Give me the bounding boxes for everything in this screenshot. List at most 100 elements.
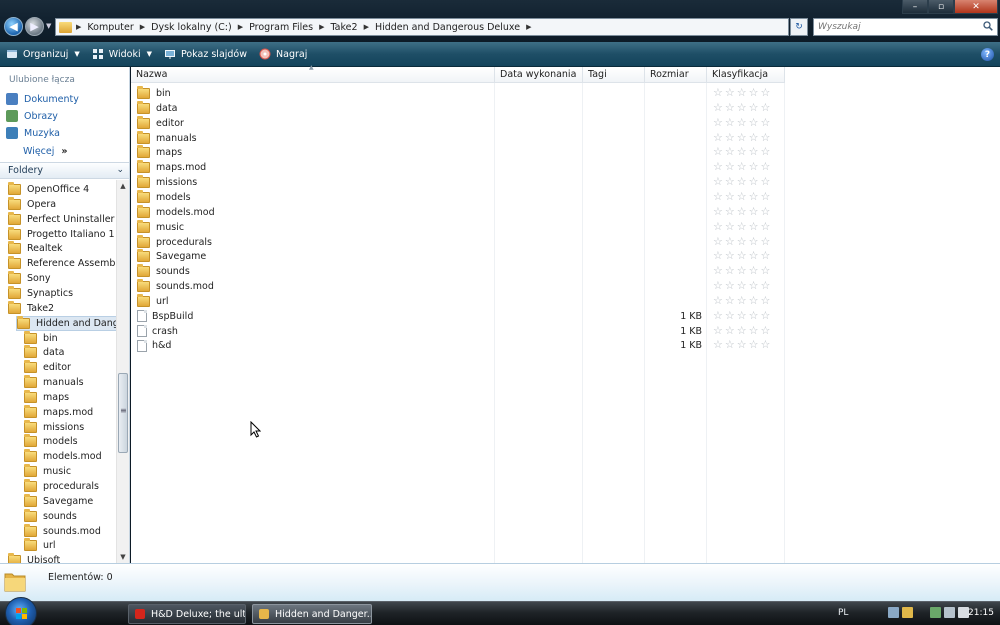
rating-stars[interactable]: ☆ ☆ ☆ ☆ ☆ — [713, 161, 772, 174]
tree-item[interactable]: Ubisoft — [8, 553, 60, 563]
star-icon[interactable]: ☆ — [713, 265, 723, 278]
star-icon[interactable]: ☆ — [737, 101, 747, 115]
star-icon[interactable]: ☆ — [737, 176, 747, 189]
star-icon[interactable]: ☆ — [737, 324, 747, 338]
column-header-tags[interactable]: Tagi — [583, 67, 645, 83]
tree-item[interactable]: Savegame — [24, 493, 93, 509]
file-name-cell[interactable]: editor — [137, 115, 184, 131]
file-row[interactable]: bin ☆ ☆ ☆ ☆ ☆ — [131, 86, 791, 101]
star-icon[interactable]: ☆ — [737, 294, 747, 308]
file-name-cell[interactable]: Savegame — [137, 249, 206, 264]
rating-stars[interactable]: ☆ ☆ ☆ ☆ ☆ — [713, 250, 772, 263]
file-name-cell[interactable]: BspBuild — [137, 309, 193, 324]
rating-stars[interactable]: ☆ ☆ ☆ ☆ ☆ — [713, 324, 772, 338]
tree-item[interactable]: maps.mod — [24, 404, 93, 420]
star-icon[interactable]: ☆ — [713, 101, 723, 115]
star-icon[interactable]: ☆ — [737, 161, 747, 174]
file-name-cell[interactable]: models — [137, 189, 191, 205]
star-icon[interactable]: ☆ — [761, 235, 771, 249]
column-header-rating[interactable]: Klasyfikacja — [707, 67, 785, 83]
star-icon[interactable]: ☆ — [761, 101, 771, 115]
file-name-cell[interactable]: missions — [137, 175, 197, 190]
star-icon[interactable]: ☆ — [761, 205, 771, 219]
star-icon[interactable]: ☆ — [713, 190, 723, 204]
file-name-cell[interactable]: procedurals — [137, 234, 212, 250]
star-icon[interactable]: ☆ — [761, 250, 771, 263]
tree-item[interactable]: sounds — [24, 508, 77, 524]
breadcrumb-separator-icon[interactable]: ▶ — [364, 23, 369, 31]
star-icon[interactable]: ☆ — [737, 220, 747, 234]
star-icon[interactable]: ☆ — [725, 87, 735, 100]
star-icon[interactable]: ☆ — [737, 87, 747, 100]
star-icon[interactable]: ☆ — [725, 324, 735, 338]
star-icon[interactable]: ☆ — [749, 116, 759, 130]
star-icon[interactable]: ☆ — [713, 294, 723, 308]
folder-tree-scrollbar[interactable]: ▲ ▼ — [116, 180, 129, 563]
star-icon[interactable]: ☆ — [725, 294, 735, 308]
file-row[interactable]: manuals ☆ ☆ ☆ ☆ ☆ — [131, 130, 791, 146]
file-name-cell[interactable]: maps — [137, 145, 182, 160]
star-icon[interactable]: ☆ — [725, 190, 735, 204]
views-button[interactable]: Widoki ▼ — [86, 44, 158, 65]
star-icon[interactable]: ☆ — [749, 87, 759, 100]
file-name-cell[interactable]: bin — [137, 86, 171, 101]
favorite-link[interactable]: Dokumenty — [6, 93, 79, 105]
rating-stars[interactable]: ☆ ☆ ☆ ☆ ☆ — [713, 220, 772, 234]
tree-item[interactable]: models — [24, 434, 78, 449]
star-icon[interactable]: ☆ — [761, 146, 771, 159]
tree-item[interactable]: Opera — [8, 196, 56, 212]
star-icon[interactable]: ☆ — [761, 339, 771, 352]
star-icon[interactable]: ☆ — [713, 235, 723, 249]
close-button[interactable]: ✕ — [954, 0, 998, 14]
star-icon[interactable]: ☆ — [725, 161, 735, 174]
star-icon[interactable]: ☆ — [713, 339, 723, 352]
rating-stars[interactable]: ☆ ☆ ☆ ☆ ☆ — [713, 176, 772, 189]
taskbar-button[interactable]: H&D Deluxe; the ult... — [128, 604, 246, 624]
rating-stars[interactable]: ☆ ☆ ☆ ☆ ☆ — [713, 309, 772, 323]
file-name-cell[interactable]: sounds — [137, 264, 190, 279]
recent-pages-dropdown[interactable]: ▼ — [46, 22, 51, 30]
star-icon[interactable]: ☆ — [761, 324, 771, 338]
breadcrumb-separator-icon[interactable]: ▶ — [76, 23, 81, 31]
minimize-button[interactable]: – — [902, 0, 928, 14]
file-row[interactable]: maps ☆ ☆ ☆ ☆ ☆ — [131, 145, 791, 160]
star-icon[interactable]: ☆ — [725, 205, 735, 219]
star-icon[interactable]: ☆ — [749, 324, 759, 338]
star-icon[interactable]: ☆ — [749, 190, 759, 204]
file-row[interactable]: models ☆ ☆ ☆ ☆ ☆ — [131, 189, 791, 205]
tree-item[interactable]: editor — [24, 360, 71, 375]
file-row[interactable]: music ☆ ☆ ☆ ☆ ☆ — [131, 219, 791, 235]
star-icon[interactable]: ☆ — [737, 116, 747, 130]
tree-item[interactable]: Perfect Uninstaller — [8, 211, 114, 227]
tree-item[interactable]: Reference Assemblies — [8, 256, 116, 271]
search-icon[interactable] — [983, 21, 993, 31]
star-icon[interactable]: ☆ — [749, 294, 759, 308]
refresh-button[interactable]: ↻ — [790, 18, 808, 36]
star-icon[interactable]: ☆ — [737, 235, 747, 249]
tree-item[interactable]: Take2 — [8, 300, 54, 316]
star-icon[interactable]: ☆ — [725, 101, 735, 115]
connection-icon[interactable] — [944, 607, 955, 618]
file-row[interactable]: models.mod ☆ ☆ ☆ ☆ ☆ — [131, 204, 791, 220]
star-icon[interactable]: ☆ — [749, 309, 759, 323]
breadcrumb-item[interactable]: Dysk lokalny (C:) — [151, 22, 232, 33]
star-icon[interactable]: ☆ — [761, 116, 771, 130]
star-icon[interactable]: ☆ — [737, 205, 747, 219]
file-name-cell[interactable]: sounds.mod — [137, 279, 214, 294]
rating-stars[interactable]: ☆ ☆ ☆ ☆ ☆ — [713, 294, 772, 308]
folders-header[interactable]: Foldery ⌄ — [0, 162, 129, 179]
star-icon[interactable]: ☆ — [761, 176, 771, 189]
tree-item[interactable]: Sony — [8, 271, 51, 286]
forward-button[interactable]: ▶ — [25, 17, 44, 36]
star-icon[interactable]: ☆ — [713, 324, 723, 338]
file-row[interactable]: maps.mod ☆ ☆ ☆ ☆ ☆ — [131, 160, 791, 175]
column-header-date[interactable]: Data wykonania — [495, 67, 583, 83]
star-icon[interactable]: ☆ — [725, 250, 735, 263]
rating-stars[interactable]: ☆ ☆ ☆ ☆ ☆ — [713, 265, 772, 278]
star-icon[interactable]: ☆ — [713, 146, 723, 159]
star-icon[interactable]: ☆ — [725, 280, 735, 293]
star-icon[interactable]: ☆ — [737, 131, 747, 145]
star-icon[interactable]: ☆ — [761, 161, 771, 174]
star-icon[interactable]: ☆ — [761, 309, 771, 323]
star-icon[interactable]: ☆ — [749, 146, 759, 159]
